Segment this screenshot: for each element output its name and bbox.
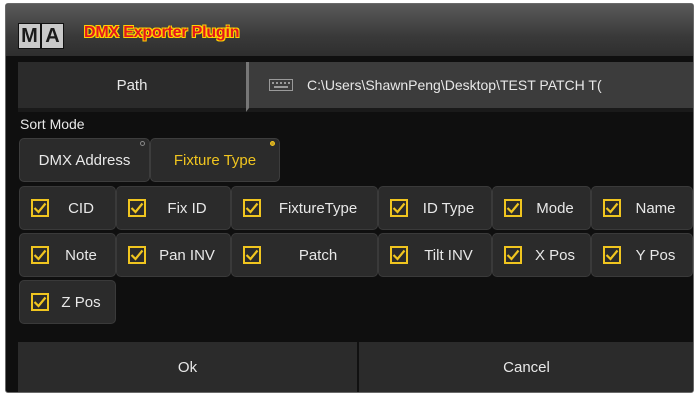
dialog-title: DMX Exporter Plugin	[84, 24, 240, 41]
checkbox-icon	[31, 199, 49, 217]
checkbox-patch[interactable]: Patch	[231, 233, 378, 277]
checkbox-note[interactable]: Note	[19, 233, 116, 277]
checkbox-fix-id[interactable]: Fix ID	[116, 186, 231, 230]
sort-dmx-address-button[interactable]: DMX Address	[19, 138, 150, 182]
checkbox-label: CID	[68, 199, 94, 217]
checkbox-icon	[504, 246, 522, 264]
checkbox-y-pos[interactable]: Y Pos	[591, 233, 693, 277]
path-button[interactable]: Path	[18, 62, 246, 112]
checkbox-icon	[603, 199, 621, 217]
checkbox-label: Tilt INV	[424, 246, 473, 264]
checkbox-label: Fix ID	[167, 199, 207, 217]
ma-logo-a: A	[41, 23, 64, 49]
sort-option-label: Fixture Type	[173, 151, 257, 169]
sort-mode-label: Sort Mode	[20, 116, 85, 132]
checkbox-icon	[31, 246, 49, 264]
plugin-dialog: M A DMX Exporter Plugin Path C:\Users\Sh…	[5, 3, 694, 393]
ok-button[interactable]: Ok	[18, 342, 357, 392]
checkbox-mode[interactable]: Mode	[492, 186, 591, 230]
checkbox-name[interactable]: Name	[591, 186, 693, 230]
ma-logo-m: M	[18, 23, 41, 49]
checkbox-icon	[504, 199, 522, 217]
checkbox-id-type[interactable]: ID Type	[378, 186, 492, 230]
checkbox-label: X Pos	[534, 246, 576, 264]
checkbox-label: Note	[65, 246, 97, 264]
keyboard-icon[interactable]	[269, 79, 293, 91]
checkbox-icon	[390, 199, 408, 217]
sort-option-label: DMX Address	[38, 151, 131, 169]
checkbox-icon	[390, 246, 408, 264]
path-input[interactable]: C:\Users\ShawnPeng\Desktop\TEST PATCH T(	[246, 62, 693, 112]
checkbox-label: Mode	[536, 199, 574, 217]
checkbox-tilt-inv[interactable]: Tilt INV	[378, 233, 492, 277]
checkbox-icon	[128, 199, 146, 217]
checkbox-cid[interactable]: CID	[19, 186, 116, 230]
title-bar: M A DMX Exporter Plugin	[6, 4, 693, 56]
checkbox-label: Patch	[298, 246, 338, 264]
checkbox-icon	[243, 199, 261, 217]
checkbox-label: Y Pos	[635, 246, 676, 264]
path-value: C:\Users\ShawnPeng\Desktop\TEST PATCH T(	[307, 77, 602, 93]
checkbox-x-pos[interactable]: X Pos	[492, 233, 591, 277]
checkbox-label: FixtureType	[278, 199, 358, 217]
checkbox-z-pos[interactable]: Z Pos	[19, 280, 116, 324]
sort-fixture-type-button[interactable]: Fixture Type	[150, 138, 280, 182]
checkbox-icon	[243, 246, 261, 264]
radio-selected-icon	[270, 141, 275, 146]
cancel-button[interactable]: Cancel	[357, 342, 693, 392]
checkbox-icon	[128, 246, 146, 264]
checkbox-icon	[31, 293, 49, 311]
checkbox-label: Pan INV	[159, 246, 215, 264]
checkbox-label: ID Type	[422, 199, 475, 217]
checkbox-pan-inv[interactable]: Pan INV	[116, 233, 231, 277]
checkbox-fixturetype[interactable]: FixtureType	[231, 186, 378, 230]
checkbox-label: Z Pos	[61, 293, 101, 311]
checkbox-label: Name	[635, 199, 676, 217]
radio-indicator-icon	[140, 141, 145, 146]
checkbox-icon	[603, 246, 621, 264]
